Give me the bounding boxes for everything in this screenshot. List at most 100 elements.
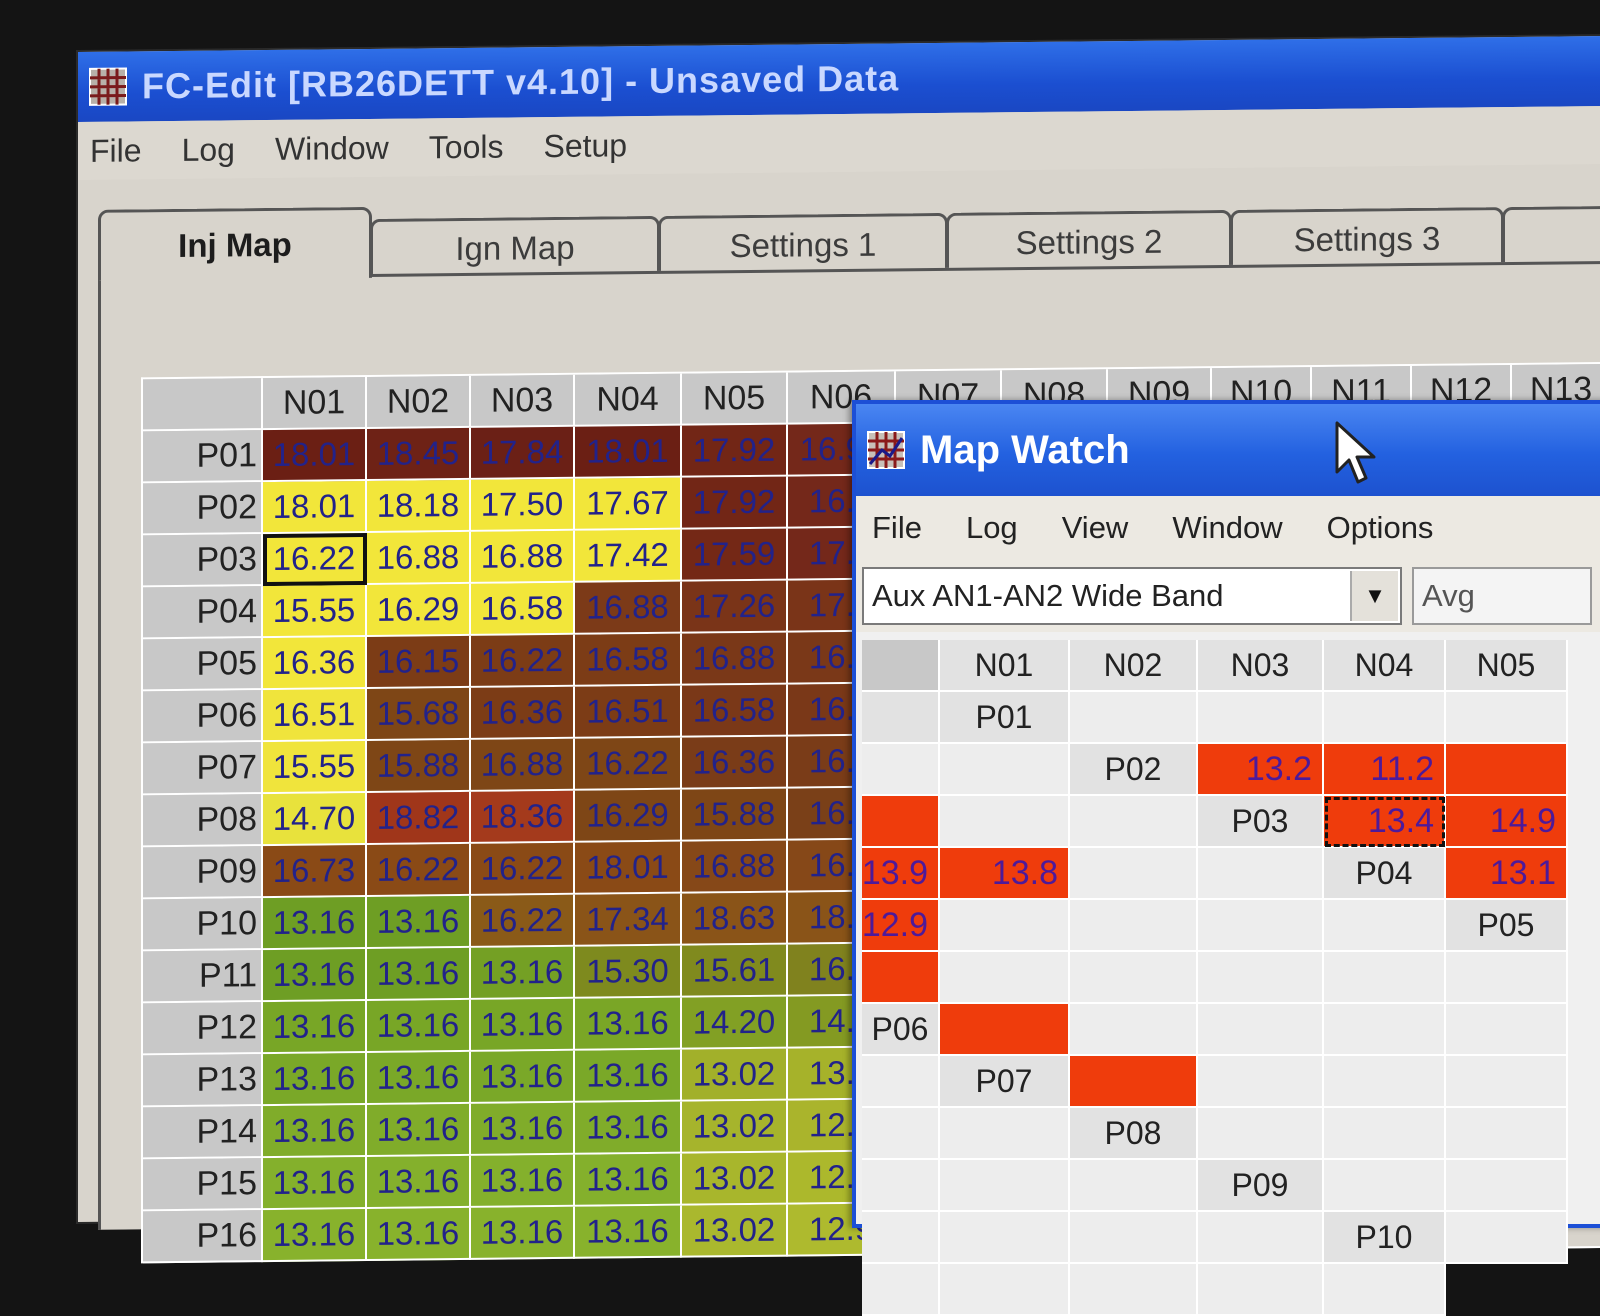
map-cell[interactable]: 13.16 bbox=[263, 1052, 367, 1107]
watch-cell[interactable] bbox=[940, 744, 1070, 796]
map-cell[interactable]: 16.36 bbox=[682, 736, 788, 790]
watch-cell[interactable] bbox=[1446, 692, 1568, 744]
map-cell[interactable]: 17.26 bbox=[682, 580, 788, 634]
watch-cell[interactable] bbox=[940, 900, 1070, 952]
map-cell[interactable]: 16.29 bbox=[367, 583, 471, 637]
watch-cell[interactable] bbox=[862, 1056, 940, 1108]
map-cell[interactable]: 17.50 bbox=[471, 478, 575, 532]
map-cell[interactable]: 16.88 bbox=[471, 738, 575, 792]
watch-cell[interactable] bbox=[1198, 1108, 1324, 1160]
map-cell[interactable]: 18.01 bbox=[575, 841, 682, 895]
map-cell[interactable]: 15.68 bbox=[367, 687, 471, 741]
watch-cell[interactable] bbox=[1324, 1056, 1446, 1108]
map-cell[interactable]: 16.22 bbox=[263, 532, 367, 587]
watch-cell[interactable] bbox=[940, 1004, 1070, 1056]
watch-cell[interactable] bbox=[1070, 692, 1198, 744]
watch-cell[interactable] bbox=[1198, 1004, 1324, 1056]
map-cell[interactable]: 13.16 bbox=[367, 1103, 471, 1157]
map-cell[interactable]: 16.88 bbox=[575, 581, 682, 635]
map-cell[interactable]: 13.16 bbox=[263, 1000, 367, 1055]
watch-cell[interactable] bbox=[1198, 1264, 1324, 1316]
map-cell[interactable]: 16.51 bbox=[575, 685, 682, 739]
map-cell[interactable]: 18.63 bbox=[682, 892, 788, 946]
tab-inj-map[interactable]: Inj Map bbox=[98, 206, 372, 281]
watch-cell[interactable] bbox=[1070, 1004, 1198, 1056]
watch-cell[interactable] bbox=[1198, 1056, 1324, 1108]
map-cell[interactable]: 13.16 bbox=[575, 1153, 682, 1207]
map-cell[interactable]: 13.02 bbox=[682, 1048, 788, 1102]
map-cell[interactable]: 13.16 bbox=[367, 1155, 471, 1209]
watch-cell[interactable] bbox=[862, 796, 940, 848]
watch-cell[interactable] bbox=[862, 1264, 940, 1316]
watch-cell[interactable]: 13.4 bbox=[1324, 796, 1446, 848]
source-select[interactable]: Aux AN1-AN2 Wide Band ▼ bbox=[862, 567, 1402, 625]
map-cell[interactable]: 13.16 bbox=[367, 999, 471, 1053]
watch-cell[interactable] bbox=[1070, 796, 1198, 848]
tab-overflow[interactable] bbox=[1502, 205, 1600, 267]
map-cell[interactable]: 13.16 bbox=[471, 946, 575, 1000]
map-cell[interactable]: 16.22 bbox=[471, 634, 575, 688]
map-cell[interactable]: 18.82 bbox=[367, 791, 471, 845]
watch-cell[interactable] bbox=[1324, 952, 1446, 1004]
map-cell[interactable]: 17.34 bbox=[575, 893, 682, 947]
map-cell[interactable]: 13.16 bbox=[575, 1101, 682, 1155]
mw-menu-options[interactable]: Options bbox=[1327, 510, 1434, 546]
watch-cell[interactable] bbox=[862, 952, 940, 1004]
map-cell[interactable]: 18.45 bbox=[367, 427, 471, 481]
watch-cell[interactable] bbox=[940, 796, 1070, 848]
map-cell[interactable]: 16.15 bbox=[367, 635, 471, 689]
watch-cell[interactable] bbox=[1070, 952, 1198, 1004]
map-cell[interactable]: 16.22 bbox=[367, 843, 471, 897]
map-cell[interactable]: 13.16 bbox=[575, 1205, 682, 1259]
watch-cell[interactable] bbox=[1324, 1004, 1446, 1056]
map-cell[interactable]: 16.22 bbox=[471, 894, 575, 948]
chevron-down-icon[interactable]: ▼ bbox=[1350, 571, 1398, 621]
watch-cell[interactable] bbox=[1324, 900, 1446, 952]
watch-cell[interactable] bbox=[1446, 744, 1568, 796]
watch-cell[interactable] bbox=[1446, 1108, 1568, 1160]
watch-cell[interactable] bbox=[1446, 1056, 1568, 1108]
menu-tools[interactable]: Tools bbox=[429, 128, 504, 166]
watch-cell[interactable]: 13.1 bbox=[1446, 848, 1568, 900]
watch-cell[interactable] bbox=[862, 1160, 940, 1212]
watch-cell[interactable] bbox=[862, 744, 940, 796]
map-cell[interactable]: 13.02 bbox=[682, 1100, 788, 1154]
watch-cell[interactable] bbox=[862, 1212, 940, 1264]
map-cell[interactable]: 16.58 bbox=[575, 633, 682, 687]
map-cell[interactable]: 13.16 bbox=[575, 997, 682, 1051]
watch-cell[interactable] bbox=[862, 1108, 940, 1160]
map-cell[interactable]: 13.16 bbox=[367, 1207, 471, 1261]
watch-cell[interactable] bbox=[1070, 1212, 1198, 1264]
watch-cell[interactable] bbox=[1324, 1108, 1446, 1160]
watch-cell[interactable]: 13.8 bbox=[940, 848, 1070, 900]
map-cell[interactable]: 13.16 bbox=[471, 1102, 575, 1156]
watch-cell[interactable] bbox=[1446, 1160, 1568, 1212]
menu-file[interactable]: File bbox=[90, 132, 142, 170]
map-cell[interactable]: 13.16 bbox=[575, 1049, 682, 1103]
mw-menu-view[interactable]: View bbox=[1062, 510, 1129, 546]
watch-cell[interactable] bbox=[1324, 1160, 1446, 1212]
map-cell[interactable]: 18.01 bbox=[263, 428, 367, 483]
map-cell[interactable]: 16.51 bbox=[263, 688, 367, 743]
tab-settings-1[interactable]: Settings 1 bbox=[658, 212, 948, 275]
map-cell[interactable]: 14.20 bbox=[682, 996, 788, 1050]
watch-cell[interactable] bbox=[940, 1264, 1070, 1316]
map-cell[interactable]: 18.36 bbox=[471, 790, 575, 844]
watch-cell[interactable] bbox=[1070, 900, 1198, 952]
map-cell[interactable]: 13.16 bbox=[263, 948, 367, 1003]
map-cell[interactable]: 17.42 bbox=[575, 529, 682, 583]
watch-cell[interactable] bbox=[1070, 1264, 1198, 1316]
watch-cell[interactable] bbox=[1446, 952, 1568, 1004]
watch-cell[interactable] bbox=[940, 952, 1070, 1004]
map-cell[interactable]: 14.70 bbox=[263, 792, 367, 847]
map-cell[interactable]: 13.16 bbox=[471, 1206, 575, 1260]
watch-cell[interactable]: 14.9 bbox=[1446, 796, 1568, 848]
map-cell[interactable]: 16.22 bbox=[575, 737, 682, 791]
map-cell[interactable]: 15.55 bbox=[263, 584, 367, 639]
map-cell[interactable]: 18.01 bbox=[263, 480, 367, 535]
map-cell[interactable]: 16.58 bbox=[471, 582, 575, 636]
watch-cell[interactable] bbox=[1070, 1160, 1198, 1212]
map-cell[interactable]: 15.61 bbox=[682, 944, 788, 998]
watch-cell[interactable] bbox=[1198, 848, 1324, 900]
map-cell[interactable]: 17.67 bbox=[575, 477, 682, 531]
